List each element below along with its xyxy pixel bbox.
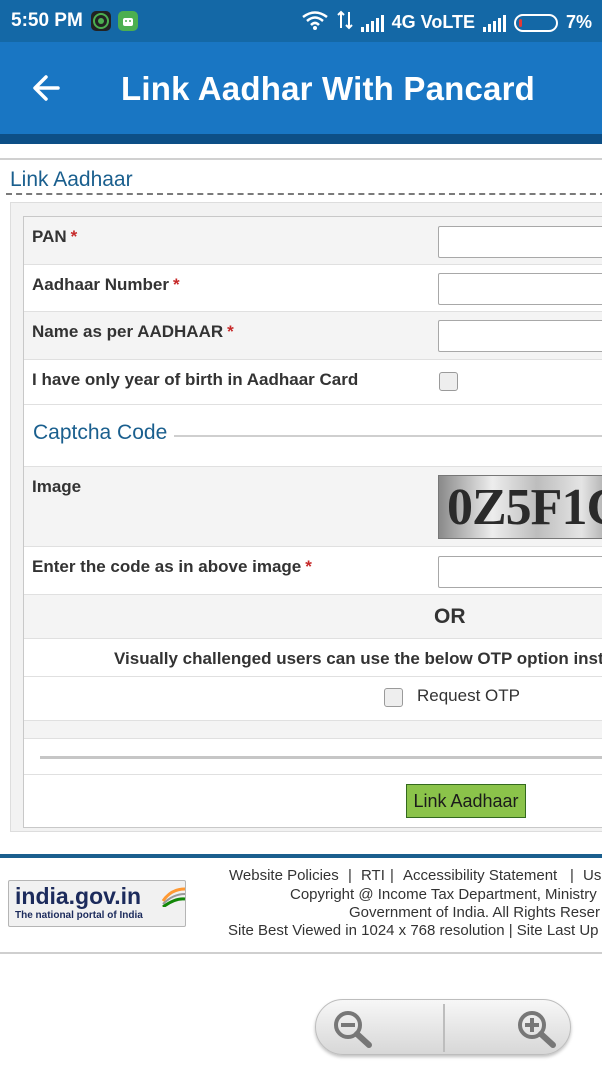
whatsapp-icon <box>91 11 111 31</box>
signal-icon <box>482 14 506 32</box>
zoom-in-button[interactable] <box>448 1004 568 1052</box>
zoom-controls <box>315 999 571 1055</box>
page-heading: Link Aadhaar <box>10 168 133 191</box>
link-aadhaar-form: PAN * Aadhaar Number * Name as per AADHAAR… <box>23 216 602 828</box>
request-otp-row: Request OTP <box>24 677 602 721</box>
footer-link-rti[interactable]: RTI <box>361 867 385 884</box>
otp-note-row: Visually challenged users can use the be… <box>24 639 602 677</box>
footer-link-us[interactable]: Us <box>583 867 601 884</box>
submit-row: Link Aadhaar <box>24 775 602 827</box>
yob-label: I have only year of birth in Aadhaar Car… <box>32 370 359 389</box>
data-transfer-icon <box>336 10 353 35</box>
request-otp-label[interactable]: Request OTP <box>417 686 520 706</box>
dotted-divider <box>6 193 602 195</box>
captcha-rule <box>174 435 602 437</box>
app-bar-shadow <box>0 134 602 144</box>
battery-level: 7% <box>565 12 592 32</box>
footer-bottom-rule <box>0 952 602 954</box>
footer-separator: | <box>348 867 352 884</box>
footer-link-accessibility[interactable]: Accessibility Statement <box>403 867 557 884</box>
copyright-line-1: Copyright @ Income Tax Department, Minis… <box>290 886 597 903</box>
signal-icon <box>360 14 384 32</box>
captcha-code-row: Enter the code as in above image * <box>24 547 602 595</box>
spacer-row <box>24 721 602 739</box>
footer-separator: | <box>570 867 574 884</box>
or-text: OR <box>434 605 466 628</box>
pan-input[interactable] <box>438 226 602 258</box>
link-aadhaar-button[interactable]: Link Aadhaar <box>406 784 526 818</box>
captcha-input[interactable] <box>438 556 602 588</box>
app-title: Link Aadhar With Pancard <box>121 70 536 107</box>
aadhaar-input[interactable] <box>438 273 602 305</box>
status-time: 5:50 PM <box>11 10 83 31</box>
divider-row <box>24 739 602 775</box>
copyright-line-2: Government of India. All Rights Reser <box>349 904 600 921</box>
web-content: Link Aadhaar PAN * Aadhaar Number * Name a… <box>0 144 602 1070</box>
code-label: Enter the code as in above image * <box>32 557 312 576</box>
zoom-divider <box>443 1004 445 1052</box>
aadhaar-row: Aadhaar Number * <box>24 265 602 312</box>
network-label: 4G VoLTE <box>391 12 475 32</box>
captcha-header-row: Captcha Code <box>24 405 602 467</box>
top-divider <box>0 158 602 160</box>
captcha-image: 0Z5F1C <box>438 475 602 539</box>
form-divider <box>40 756 602 759</box>
app-bar: Link Aadhar With Pancard <box>0 42 602 134</box>
pan-label: PAN * <box>32 227 78 246</box>
image-label: Image <box>32 477 82 496</box>
back-arrow-icon[interactable] <box>28 68 68 108</box>
captcha-image-row: Image 0Z5F1C <box>24 467 602 547</box>
pan-row: PAN * <box>24 217 602 265</box>
battery-icon <box>513 13 558 32</box>
india-gov-logo[interactable]: india.gov.in The national portal of Indi… <box>8 880 186 927</box>
yob-checkbox[interactable] <box>439 372 458 391</box>
footer-link-policies[interactable]: Website Policies <box>229 867 339 884</box>
captcha-title: Captcha Code <box>33 421 168 444</box>
yob-row: I have only year of birth in Aadhaar Car… <box>24 360 602 405</box>
otp-note: Visually challenged users can use the be… <box>114 649 602 668</box>
zoom-out-button[interactable] <box>320 1004 440 1052</box>
resolution-line: Site Best Viewed in 1024 x 768 resolutio… <box>228 922 599 939</box>
name-label: Name as per AADHAAR * <box>32 322 234 341</box>
zoom-in-icon <box>518 1011 556 1048</box>
wifi-icon <box>301 10 329 35</box>
footer-top-border <box>0 854 602 858</box>
status-right: 4G VoLTE 7% <box>301 10 592 35</box>
footer-separator: | <box>390 867 394 884</box>
name-input[interactable] <box>438 320 602 352</box>
request-otp-checkbox[interactable] <box>384 688 403 707</box>
flag-icon <box>161 887 187 909</box>
android-icon <box>118 11 138 31</box>
or-row: OR <box>24 595 602 639</box>
zoom-out-icon <box>334 1011 372 1048</box>
name-row: Name as per AADHAAR * <box>24 312 602 360</box>
aadhaar-label: Aadhaar Number * <box>32 275 180 294</box>
status-bar: 5:50 PM 4G VoLTE 7% <box>0 0 602 42</box>
